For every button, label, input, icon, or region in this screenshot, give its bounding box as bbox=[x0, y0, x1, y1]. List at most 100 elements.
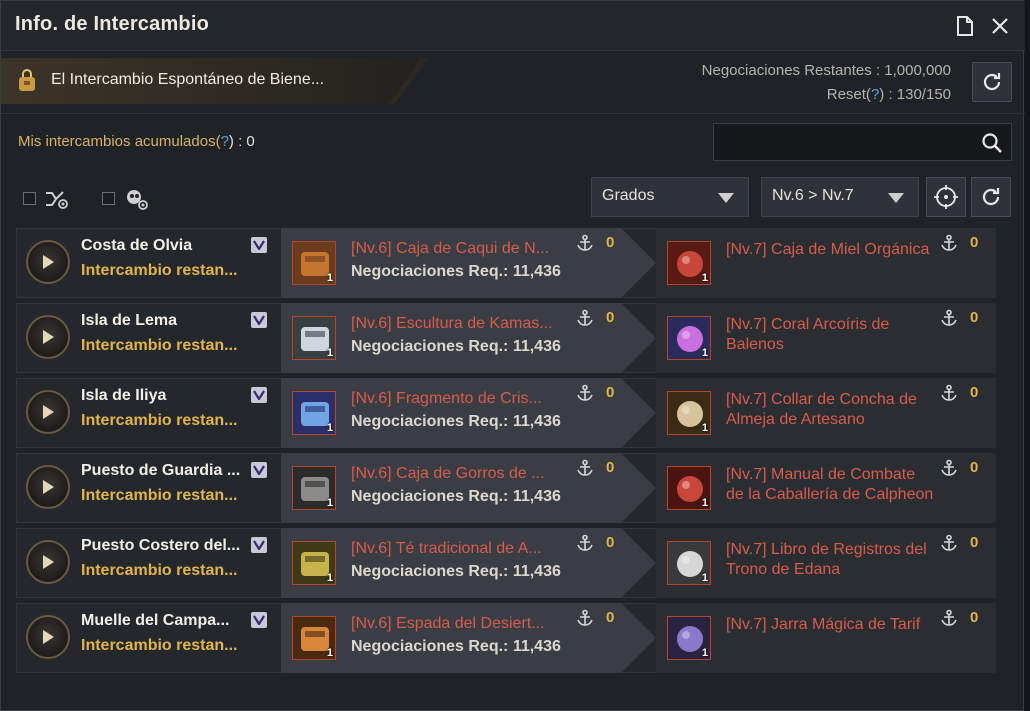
play-arrow-icon bbox=[43, 555, 54, 569]
expand-chevron-icon[interactable] bbox=[251, 237, 267, 253]
item-quantity: 1 bbox=[326, 347, 333, 359]
give-item-icon[interactable]: 1 bbox=[292, 466, 336, 510]
banner-text: El Intercambio Espontáneo de Biene... bbox=[51, 71, 325, 88]
get-item-icon[interactable]: 1 bbox=[667, 466, 711, 510]
locate-button[interactable] bbox=[926, 177, 966, 217]
item-quantity: 1 bbox=[701, 647, 708, 659]
get-stock-count: 0 bbox=[970, 234, 979, 251]
get-stock-count: 0 bbox=[970, 534, 979, 551]
trade-info-window: Info. de Intercambio El Intercambio Espo… bbox=[0, 0, 1025, 711]
get-item-icon[interactable]: 1 bbox=[667, 616, 711, 660]
get-item-name: [Nv.7] Caja de Miel Orgánica bbox=[726, 241, 930, 258]
reset-counter: Reset(?) : 130/150 bbox=[826, 86, 951, 103]
route-button[interactable] bbox=[26, 540, 70, 584]
anchor-icon bbox=[576, 234, 594, 252]
give-item-icon[interactable]: 1 bbox=[292, 541, 336, 585]
get-stock-count: 0 bbox=[970, 384, 979, 401]
remaining-trades: Intercambio restan... bbox=[81, 562, 238, 579]
remaining-trades: Intercambio restan... bbox=[81, 637, 238, 654]
trade-row: Puesto Costero del... Intercambio restan… bbox=[16, 528, 996, 598]
trade-row: Isla de Lema Intercambio restan... 1 [Nv… bbox=[16, 303, 996, 373]
get-item-name: [Nv.7] Manual de Combate de la Caballerí… bbox=[726, 466, 934, 503]
expand-chevron-icon[interactable] bbox=[251, 462, 267, 478]
search-input[interactable] bbox=[714, 124, 974, 160]
level-dropdown[interactable]: Nv.6 > Nv.7 bbox=[761, 177, 919, 217]
play-arrow-icon bbox=[43, 630, 54, 644]
window-title: Info. de Intercambio bbox=[15, 13, 210, 35]
required-negotiations: Negociaciones Req.: 11,436 bbox=[351, 338, 561, 355]
chevron-down-icon bbox=[718, 193, 734, 203]
route-button[interactable] bbox=[26, 615, 70, 659]
give-stock-count: 0 bbox=[606, 459, 615, 476]
help-link[interactable]: ? bbox=[221, 133, 229, 150]
close-icon[interactable] bbox=[989, 15, 1011, 37]
remaining-trades: Intercambio restan... bbox=[81, 337, 238, 354]
item-quantity: 1 bbox=[701, 497, 708, 509]
search-field[interactable] bbox=[713, 123, 1012, 161]
give-item-icon[interactable]: 1 bbox=[292, 241, 336, 285]
refresh-icon bbox=[982, 188, 1000, 206]
required-negotiations: Negociaciones Req.: 11,436 bbox=[351, 263, 561, 280]
play-arrow-icon bbox=[43, 405, 54, 419]
anchor-icon bbox=[940, 384, 958, 402]
anchor-icon bbox=[940, 234, 958, 252]
give-item-icon[interactable]: 1 bbox=[292, 391, 336, 435]
anchor-icon bbox=[576, 309, 594, 327]
search-icon[interactable] bbox=[981, 132, 1003, 154]
anchor-icon bbox=[940, 534, 958, 552]
filter-checkbox-1[interactable] bbox=[23, 192, 36, 205]
give-item-icon[interactable]: 1 bbox=[292, 616, 336, 660]
give-item-name: [Nv.6] Té tradicional de A... bbox=[351, 540, 542, 557]
give-stock-count: 0 bbox=[606, 534, 615, 551]
give-item-icon[interactable]: 1 bbox=[292, 316, 336, 360]
item-quantity: 1 bbox=[326, 422, 333, 434]
document-icon[interactable] bbox=[954, 15, 976, 37]
get-item-icon[interactable]: 1 bbox=[667, 241, 711, 285]
filter-checkbox-2[interactable] bbox=[102, 192, 115, 205]
anchor-icon bbox=[576, 384, 594, 402]
chevron-down-icon bbox=[888, 193, 904, 203]
reset-refresh-button[interactable] bbox=[972, 62, 1012, 102]
expand-chevron-icon[interactable] bbox=[251, 312, 267, 328]
give-item-name: [Nv.6] Fragmento de Cris... bbox=[351, 390, 542, 407]
hide-route-icon bbox=[43, 187, 69, 211]
anchor-icon bbox=[576, 534, 594, 552]
trade-row: Muelle del Campa... Intercambio restan..… bbox=[16, 603, 996, 673]
expand-chevron-icon[interactable] bbox=[251, 612, 267, 628]
get-item-name: [Nv.7] Coral Arcoíris de Balenos bbox=[726, 316, 890, 353]
give-stock-count: 0 bbox=[606, 309, 615, 326]
expand-chevron-icon[interactable] bbox=[251, 387, 267, 403]
item-quantity: 1 bbox=[326, 572, 333, 584]
expand-chevron-icon[interactable] bbox=[251, 537, 267, 553]
give-item-name: [Nv.6] Escultura de Kamas... bbox=[351, 315, 553, 332]
give-stock-count: 0 bbox=[606, 234, 615, 251]
grade-dropdown[interactable]: Grados bbox=[591, 177, 749, 217]
route-button[interactable] bbox=[26, 315, 70, 359]
get-stock-count: 0 bbox=[970, 459, 979, 476]
divider bbox=[1, 113, 1025, 114]
town-name: Puesto Costero del... bbox=[81, 537, 241, 554]
accumulated-trades: Mis intercambios acumulados(?) : 0 bbox=[18, 133, 255, 150]
trade-row: Puesto de Guardia ... Intercambio restan… bbox=[16, 453, 996, 523]
level-dropdown-value: Nv.6 > Nv.7 bbox=[772, 187, 854, 204]
get-item-icon[interactable]: 1 bbox=[667, 316, 711, 360]
anchor-icon bbox=[940, 309, 958, 327]
anchor-icon bbox=[576, 459, 594, 477]
give-item-name: [Nv.6] Caja de Caqui de N... bbox=[351, 240, 550, 257]
give-item-name: [Nv.6] Espada del Desiert... bbox=[351, 615, 545, 632]
route-button[interactable] bbox=[26, 390, 70, 434]
title-bar: Info. de Intercambio bbox=[1, 1, 1025, 51]
route-button[interactable] bbox=[26, 465, 70, 509]
required-negotiations: Negociaciones Req.: 11,436 bbox=[351, 563, 561, 580]
grade-dropdown-value: Grados bbox=[602, 187, 655, 204]
negotiations-remaining: Negociaciones Restantes : 1,000,000 bbox=[701, 62, 951, 79]
give-item-name: [Nv.6] Caja de Gorros de ... bbox=[351, 465, 545, 482]
list-refresh-button[interactable] bbox=[971, 177, 1011, 217]
get-item-icon[interactable]: 1 bbox=[667, 541, 711, 585]
anchor-icon bbox=[940, 459, 958, 477]
get-item-icon[interactable]: 1 bbox=[667, 391, 711, 435]
route-button[interactable] bbox=[26, 240, 70, 284]
town-name: Costa de Olvia bbox=[81, 237, 193, 254]
anchor-icon bbox=[576, 609, 594, 627]
item-quantity: 1 bbox=[701, 347, 708, 359]
